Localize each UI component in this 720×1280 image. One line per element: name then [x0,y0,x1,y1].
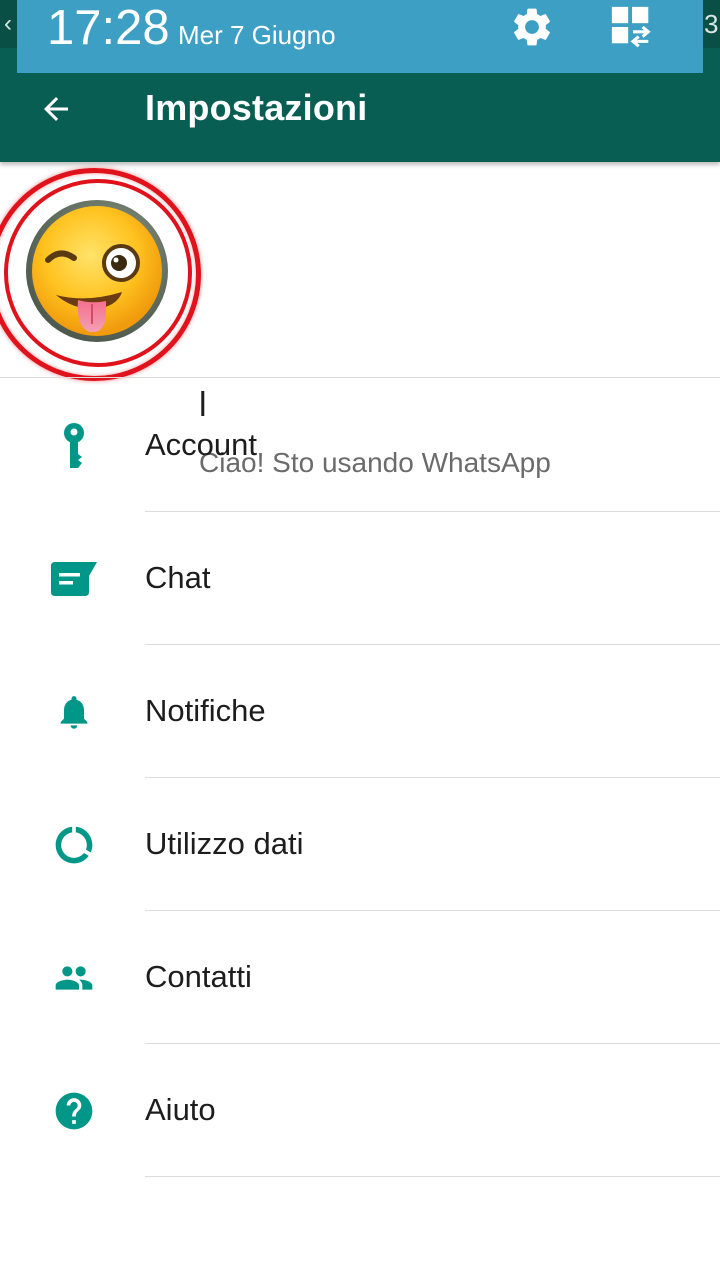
chat-icon [44,552,104,606]
status-date: Mer 7 Giugno [178,20,336,50]
menu-item-label: Chat [145,560,211,595]
arrow-back-icon [44,97,68,121]
settings-menu: Account Chat Notifiche Utilizzo dati Con… [0,379,720,1177]
menu-item-contatti[interactable]: Contatti [0,911,720,1044]
menu-item-label: Contatti [145,959,252,994]
quick-settings-icon[interactable] [609,4,655,50]
gear-icon[interactable] [509,4,555,50]
notification-panel[interactable]: 17:28 Mer 7 Giugno [17,0,703,73]
contacts-icon [44,951,104,1005]
menu-item-account[interactable]: Account [0,379,720,512]
app-bar: ‹ 3 17:28 Mer 7 Giugno Impostazioni [0,0,720,162]
menu-item-notifiche[interactable]: Notifiche [0,645,720,778]
status-time: 17:28 [47,1,170,55]
data-usage-icon [44,818,104,872]
divider [0,377,720,378]
back-button[interactable] [26,79,86,139]
menu-item-aiuto[interactable]: Aiuto [0,1044,720,1177]
menu-item-label: Aiuto [145,1092,216,1127]
profile-section[interactable]: l Ciao! Sto usando WhatsApp [0,163,720,478]
menu-item-chat[interactable]: Chat [0,512,720,645]
avatar[interactable] [26,200,168,342]
key-icon [44,419,104,473]
help-icon [44,1084,104,1138]
page-title: Impostazioni [145,87,368,128]
menu-item-label: Account [145,427,258,462]
menu-item-label: Notifiche [145,693,266,728]
status-left-icon: ‹ [4,10,12,37]
avatar-container[interactable] [0,163,201,383]
bell-icon [44,685,104,739]
status-right-icon: 3 [704,10,719,38]
divider [145,1176,720,1177]
winking-tongue-emoji-icon [32,206,162,336]
menu-item-utilizzo-dati[interactable]: Utilizzo dati [0,778,720,911]
menu-item-label: Utilizzo dati [145,826,304,861]
